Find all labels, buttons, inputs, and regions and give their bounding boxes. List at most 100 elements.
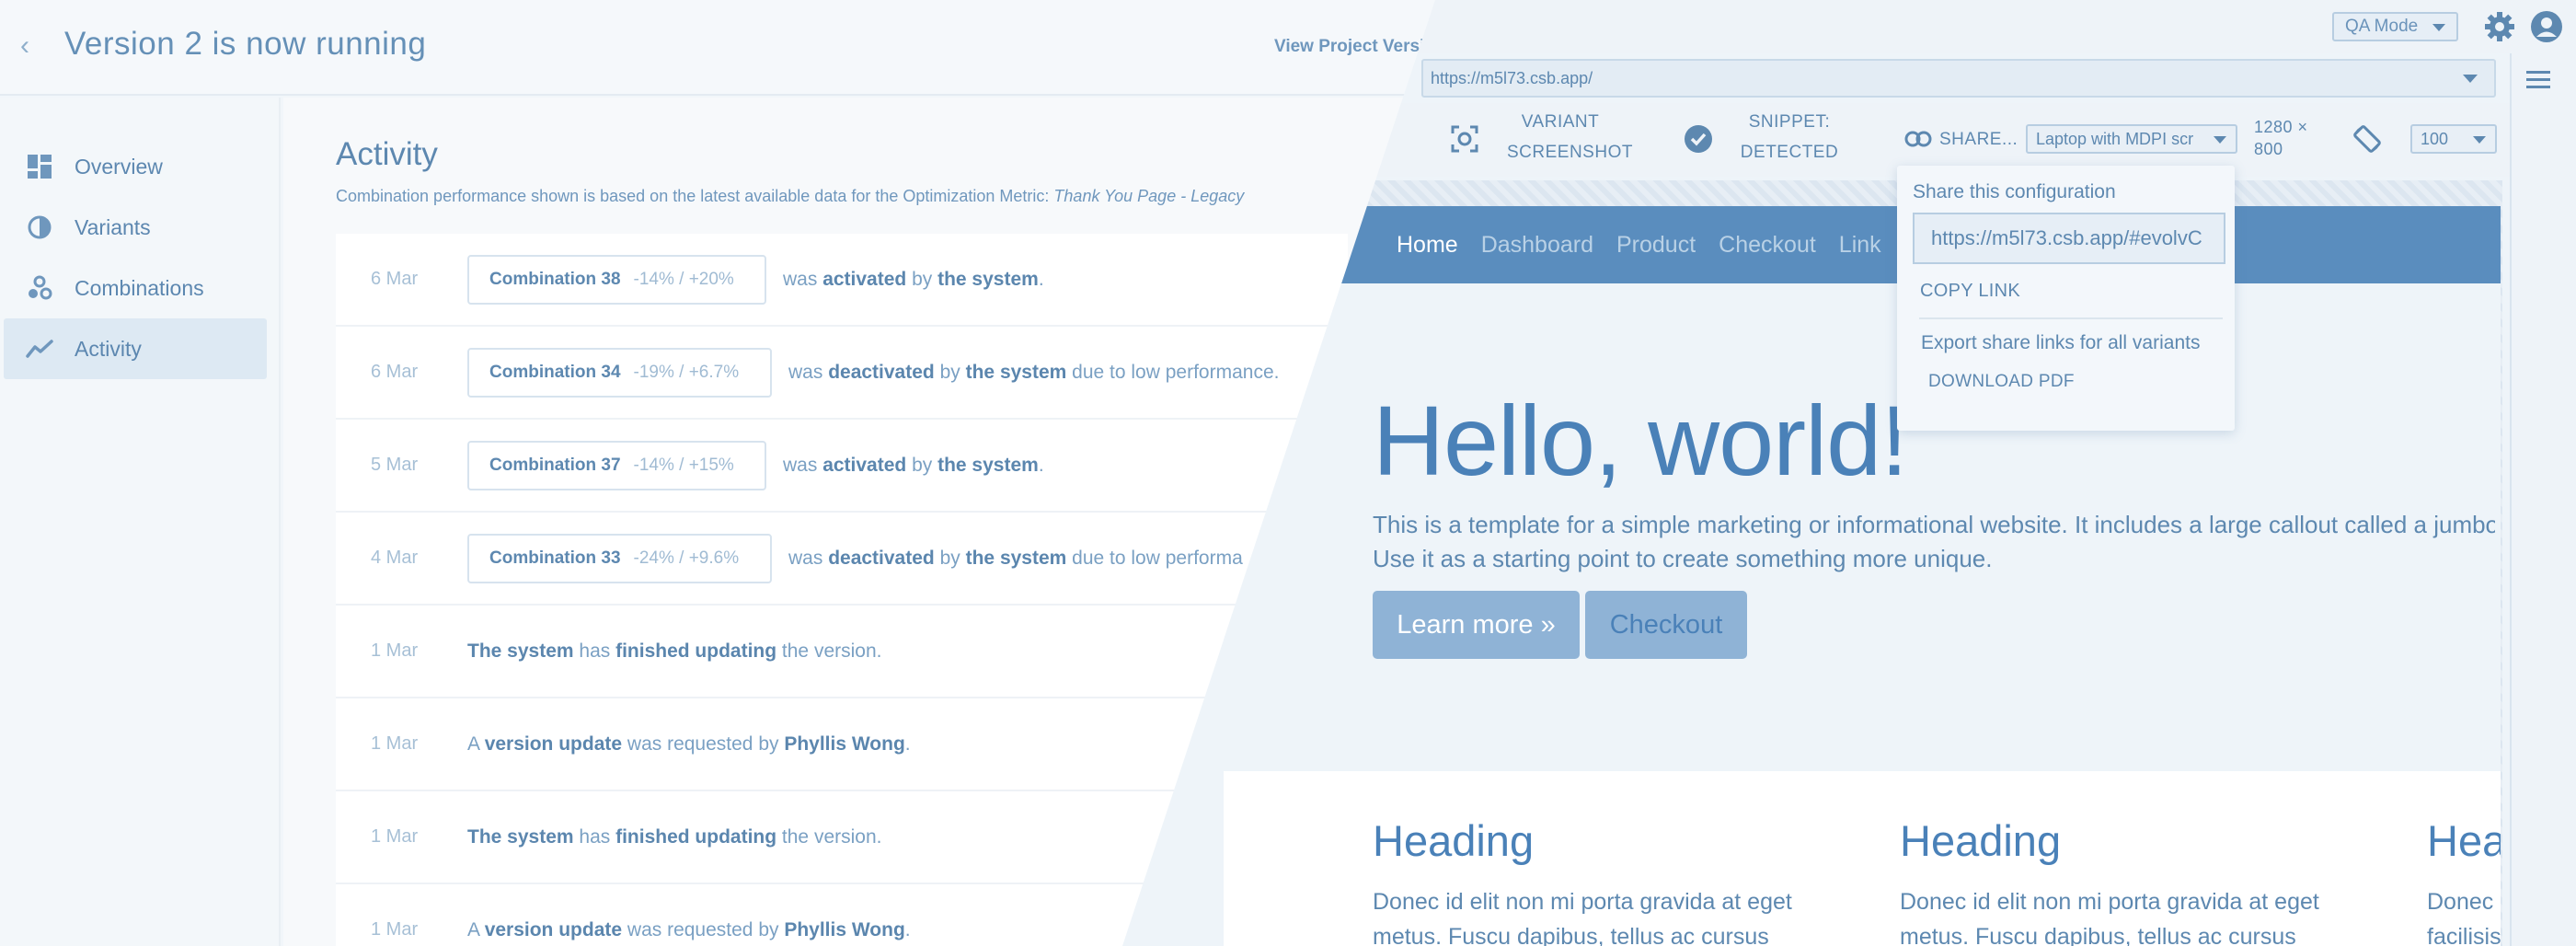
sidebar-item-variants[interactable]: Variants [4,197,267,258]
variant-screenshot-button[interactable]: VARIANT SCREENSHOT [1507,107,1633,167]
action-word: deactivated [828,361,935,383]
activity-date: 1 Mar [371,919,419,940]
activity-date: 1 Mar [371,733,419,754]
download-pdf-button[interactable]: DOWNLOAD PDF [1928,372,2075,392]
text-part: . [904,733,911,755]
share-button[interactable]: SHARE... [1939,124,2018,155]
page-title: Version 2 is now running [64,26,427,62]
nav-home-link[interactable]: Home [1397,232,1458,259]
nav-product-link[interactable]: Product [1616,232,1696,259]
combination-chip[interactable]: Combination 33 -24% / +9.6% [467,533,772,583]
qa-mode-select[interactable]: QA Mode [2332,12,2458,41]
text-part: was requested by [622,918,785,940]
combination-delta: -24% / +9.6% [633,548,740,568]
actor: Phyllis Wong [784,918,905,940]
sidebar-item-overview[interactable]: Overview [4,136,267,197]
rotate-device-icon[interactable] [2352,123,2383,159]
device-value: Laptop with MDPI scr [2036,129,2194,148]
action-word: finished updating [615,825,777,848]
trend-line-icon [26,335,53,363]
column-text-line: Donec id elit non mi porta gravida at eg… [1373,889,1792,915]
sidebar-item-label: Activity [75,336,142,361]
resolution-height: 800 [2254,140,2283,158]
text-part: by [906,268,938,290]
activity-row: 6 Mar Combination 38 -14% / +20% was act… [336,234,1348,327]
nav-checkout-link[interactable]: Checkout [1719,232,1816,259]
combination-name: Combination 37 [489,455,621,475]
caret-down-icon [2432,24,2445,31]
activity-row: 6 Mar Combination 34 -19% / +6.7% was de… [336,327,1348,420]
checkout-button[interactable]: Checkout [1585,591,1747,659]
text-part: due to low performa [1066,547,1243,569]
activity-subtitle: Combination performance shown is based o… [336,187,1244,206]
actor: The system [467,825,574,848]
activity-text: The system has finished updating the ver… [467,826,881,848]
combination-chip[interactable]: Combination 34 -19% / +6.7% [467,347,772,398]
action-word: finished updating [615,640,777,662]
sidebar-item-combinations[interactable]: Combinations [4,258,267,318]
combination-chip[interactable]: Combination 38 -14% / +20% [467,254,766,305]
activity-text: The system has finished updating the ver… [467,640,881,663]
text-part: by [934,361,966,383]
combination-name: Combination 38 [489,269,621,289]
hero-text-line: Use it as a starting point to create som… [1373,545,1993,572]
share-link-input[interactable]: https://m5l73.csb.app/#evolvC [1913,213,2225,264]
activity-date: 6 Mar [371,362,419,382]
hero-text-line: This is a template for a simple marketin… [1373,511,2495,538]
zoom-select[interactable]: 100 [2410,124,2497,154]
link-icon[interactable] [1904,129,1932,154]
activity-date: 4 Mar [371,548,419,568]
caret-down-icon [2473,136,2486,144]
content-column: Hea Donec facilisis [2427,815,2501,946]
url-select[interactable]: https://m5l73.csb.app/ [1421,59,2496,98]
text-part: the version. [776,640,882,662]
activity-row: 4 Mar Combination 33 -24% / +9.6% was de… [336,513,1348,606]
action-word: version update [484,918,623,940]
half-circle-icon [26,213,53,241]
activity-text: was activated by the system. [783,269,1044,291]
sidebar-item-label: Overview [75,154,163,179]
activity-row: 5 Mar Combination 37 -14% / +15% was act… [336,420,1348,513]
column-text-line: facilisis [2427,924,2501,946]
text-part: . [1038,454,1044,476]
learn-more-button[interactable]: Learn more » [1373,591,1580,659]
user-account-icon[interactable] [2529,9,2564,44]
activity-text: A version update was requested by Phylli… [467,733,911,756]
screenshot-icon[interactable] [1450,124,1479,158]
combination-chip[interactable]: Combination 37 -14% / +15% [467,440,766,490]
url-value: https://m5l73.csb.app/ [1431,68,1593,87]
sidebar-item-activity[interactable]: Activity [4,318,267,379]
activity-date: 1 Mar [371,826,419,847]
button-label: SCREENSHOT [1507,143,1633,162]
text-part: due to low performance. [1066,361,1280,383]
activity-text: was deactivated by the system due to low… [788,362,1279,384]
sidebar: Overview Variants Combinations Activity [0,98,281,946]
nav-link-link[interactable]: Link [1839,232,1881,259]
text-part: A [467,733,485,755]
text-part: was [788,547,829,569]
hero-title: Hello, world! [1373,385,1908,496]
action-word: version update [484,733,623,755]
resolution-width: 1280 × [2254,118,2308,136]
chevron-left-icon[interactable]: ‹ [20,28,48,64]
subtitle-text: Combination performance shown is based o… [336,187,1050,205]
button-label: VARIANT [1521,112,1600,132]
caret-down-icon [2214,136,2226,144]
status-label: SNIPPET: [1748,112,1831,132]
content-column: Heading Donec id elit non mi porta gravi… [1373,815,1869,946]
column-heading: Heading [1373,816,1535,865]
zoom-value: 100 [2421,129,2449,148]
activity-title: Activity [336,136,438,172]
nav-dashboard-link[interactable]: Dashboard [1481,232,1593,259]
text-part: A [467,918,485,940]
copy-link-button[interactable]: COPY LINK [1920,281,2020,302]
molecule-icon [26,274,53,302]
combination-delta: -14% / +15% [633,455,734,475]
check-circle-icon [1684,124,1713,158]
action-word: activated [822,454,907,476]
gear-icon[interactable] [2483,10,2516,43]
device-select[interactable]: Laptop with MDPI scr [2026,124,2237,154]
optimization-metric: Thank You Page - Legacy [1053,187,1245,205]
hamburger-menu-icon[interactable] [2524,68,2552,92]
caret-down-icon [2463,75,2478,83]
